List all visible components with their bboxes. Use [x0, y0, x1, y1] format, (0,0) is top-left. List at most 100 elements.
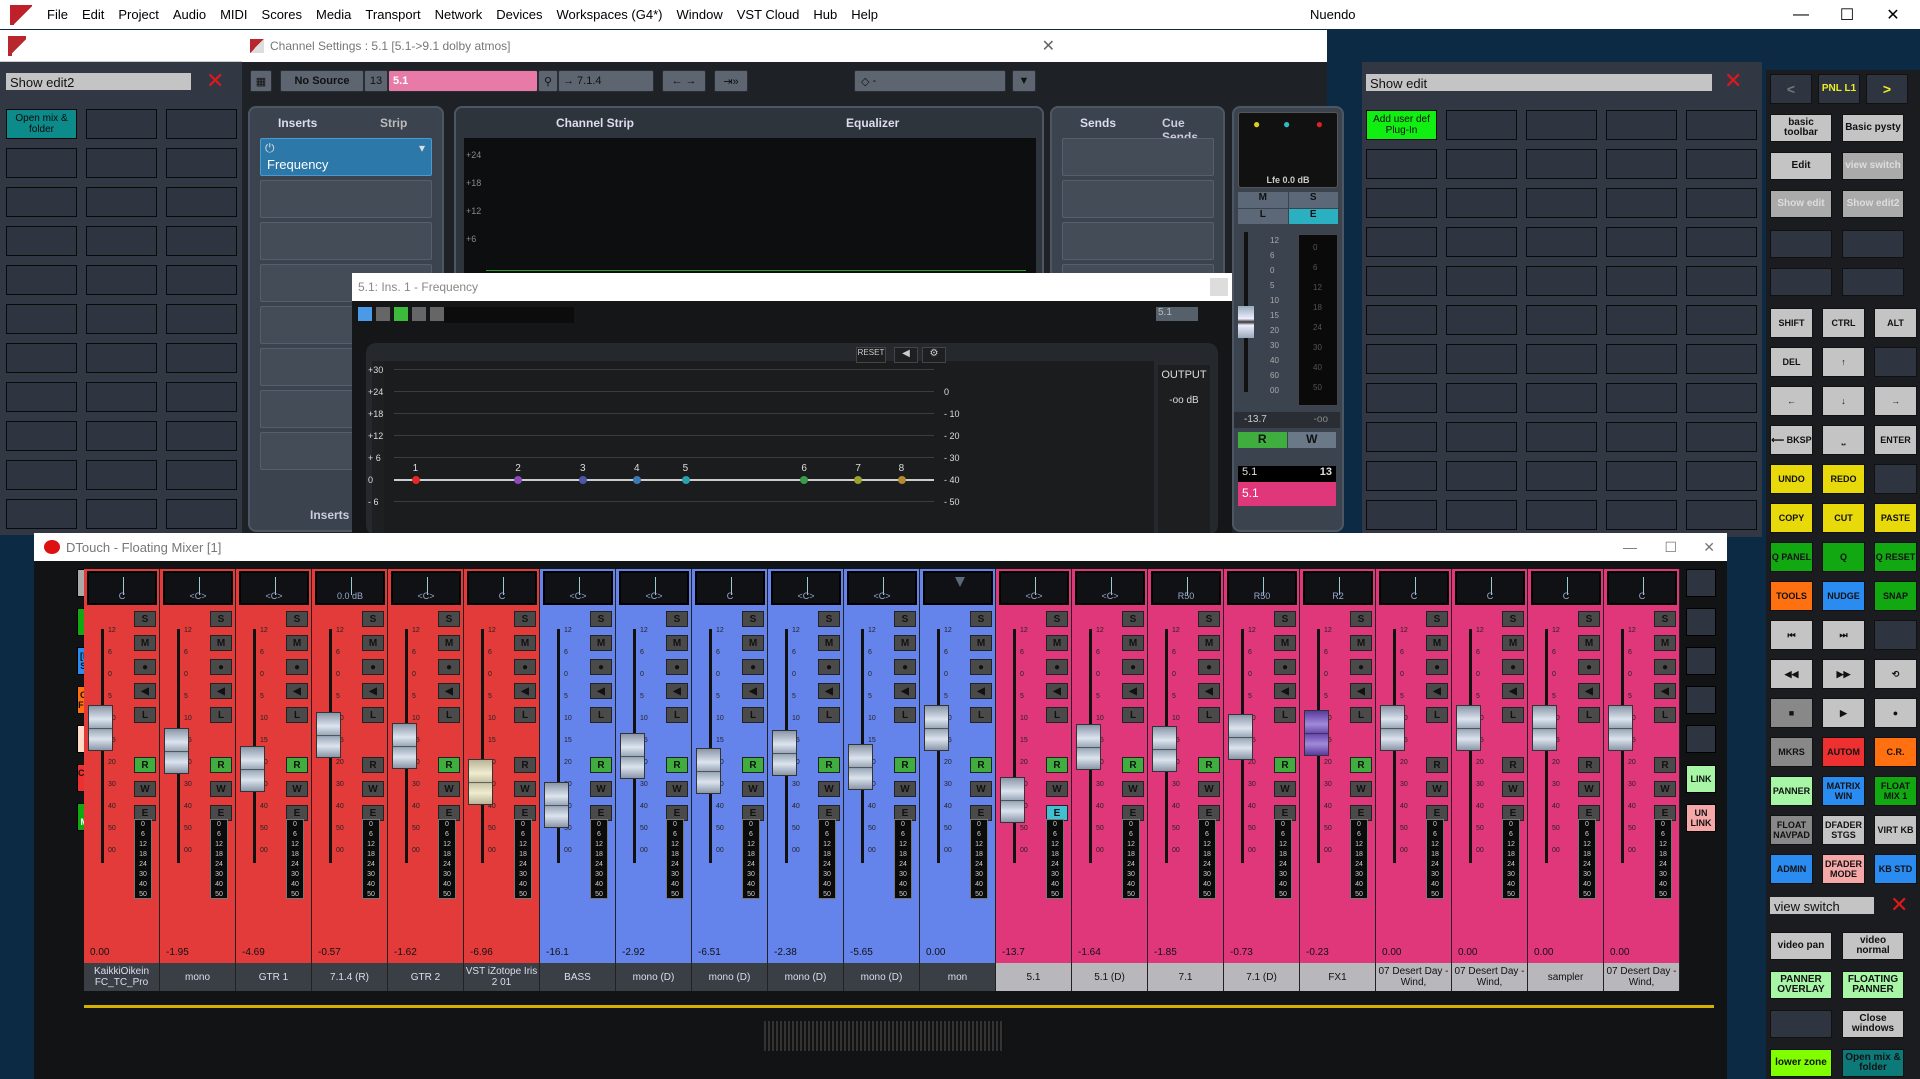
reset-button[interactable]: RESET — [856, 347, 886, 363]
insert-slot[interactable] — [260, 180, 432, 218]
key--[interactable]: ↓ — [1822, 386, 1865, 416]
minimize-button[interactable]: — — [1778, 0, 1824, 29]
listen-button[interactable]: L — [134, 707, 156, 723]
user-button[interactable] — [1526, 500, 1597, 530]
send-slot[interactable] — [1062, 222, 1214, 260]
listen-button[interactable]: L — [286, 707, 308, 723]
user-button[interactable] — [1526, 149, 1597, 179]
record-button[interactable]: ● — [286, 659, 308, 675]
panel-button-show-edit2[interactable]: Show edit2 — [1842, 190, 1904, 218]
channel-fader[interactable] — [544, 782, 569, 828]
mixer-link-button[interactable]: LINK — [1686, 765, 1716, 793]
pan-display[interactable]: C — [1455, 571, 1525, 605]
key--[interactable]: ↑ — [1822, 347, 1865, 377]
close-icon[interactable]: ✕ — [1890, 894, 1908, 916]
monitor-button[interactable]: ◀ — [742, 683, 764, 699]
speaker-icon[interactable]: ◀ — [894, 347, 918, 363]
channel-name[interactable]: FX1 — [1300, 963, 1376, 991]
empty-button[interactable] — [1686, 686, 1716, 714]
insert-slot-1[interactable]: Frequency ⏻ ▾ — [260, 138, 432, 176]
close-icon[interactable]: ✕ — [206, 70, 224, 92]
menu-workspaces-g4-[interactable]: Workspaces (G4*) — [550, 7, 670, 22]
channel-name[interactable]: 07 Desert Day - Wind, — [1452, 963, 1528, 991]
button-video-pan[interactable]: video pan — [1770, 932, 1832, 960]
key--[interactable]: ⎵ — [1822, 425, 1865, 455]
user-button[interactable] — [86, 499, 157, 529]
channel-fader[interactable] — [772, 729, 797, 776]
listen-button[interactable]: L — [1350, 707, 1372, 723]
write-button[interactable]: W — [134, 781, 156, 797]
channel-name[interactable]: 7.1.4 (R) — [312, 963, 388, 991]
key--[interactable]: ← — [1770, 386, 1813, 416]
maximize-button[interactable]: ☐ — [1664, 539, 1677, 556]
mute-button[interactable]: M — [1046, 635, 1068, 651]
read-button[interactable]: R — [1502, 757, 1524, 773]
band-handle-5[interactable] — [681, 476, 690, 484]
record-button[interactable]: ● — [1426, 659, 1448, 675]
user-button[interactable] — [1606, 383, 1677, 413]
key-float-mix-1[interactable]: FLOAT MIX 1 — [1874, 776, 1917, 806]
key-paste[interactable]: PASTE — [1874, 503, 1917, 533]
channel-name[interactable]: mono (D) — [844, 963, 920, 991]
menu-midi[interactable]: MIDI — [213, 7, 254, 22]
user-button[interactable] — [1446, 422, 1517, 452]
mute-button[interactable]: M — [742, 635, 764, 651]
read-button[interactable]: R — [1274, 757, 1296, 773]
panel-button-show-edit[interactable]: Show edit — [1770, 190, 1832, 218]
add-user-plugin-button[interactable]: Add user def Plug-In — [1366, 110, 1437, 140]
user-button[interactable] — [1606, 461, 1677, 491]
user-button[interactable] — [1366, 383, 1437, 413]
user-button[interactable] — [6, 343, 77, 373]
channel-fader[interactable] — [240, 746, 265, 792]
solo-button[interactable]: S — [1654, 611, 1676, 627]
read-button[interactable]: R — [666, 757, 688, 773]
user-button[interactable] — [86, 343, 157, 373]
user-button[interactable] — [1606, 305, 1677, 335]
user-button[interactable] — [1686, 461, 1757, 491]
open-mix-folder-button[interactable]: Open mix & folder — [6, 109, 77, 139]
user-button[interactable] — [1446, 344, 1517, 374]
key-nudge[interactable]: NUDGE — [1822, 581, 1865, 611]
monitor-button[interactable]: ◀ — [894, 683, 916, 699]
user-button[interactable] — [1446, 500, 1517, 530]
empty-button[interactable] — [1842, 230, 1904, 258]
user-button[interactable] — [166, 148, 237, 178]
write-button[interactable]: W — [1350, 781, 1372, 797]
key-kb-std[interactable]: KB STD — [1874, 854, 1917, 884]
write-button[interactable]: W — [1426, 781, 1448, 797]
user-button[interactable] — [86, 421, 157, 451]
mute-button[interactable]: M — [1122, 635, 1144, 651]
button-close-windows[interactable]: Close windows — [1842, 1010, 1904, 1038]
solo-button[interactable]: S — [1046, 611, 1068, 627]
user-button[interactable] — [1686, 383, 1757, 413]
empty-button[interactable] — [1770, 1010, 1832, 1038]
record-button[interactable]: ● — [1654, 659, 1676, 675]
button-lower-zone[interactable]: lower zone — [1770, 1049, 1832, 1077]
send-slot[interactable] — [1062, 138, 1214, 176]
pan-display[interactable]: R2 — [1303, 571, 1373, 605]
user-button[interactable] — [86, 148, 157, 178]
write-button[interactable]: W — [210, 781, 232, 797]
channel-fader[interactable] — [316, 711, 341, 758]
channel-selector-bar[interactable] — [84, 1005, 1714, 1008]
channel-fader[interactable] — [1532, 704, 1557, 751]
insert-slot[interactable] — [260, 222, 432, 260]
solo-button[interactable]: S — [1274, 611, 1296, 627]
key-c-r-[interactable]: C.R. — [1874, 737, 1917, 767]
user-button[interactable] — [1686, 110, 1757, 140]
read-automation-button[interactable]: R — [1238, 432, 1287, 448]
user-button[interactable] — [1446, 461, 1517, 491]
user-button[interactable] — [1606, 344, 1677, 374]
listen-button[interactable]: L — [970, 707, 992, 723]
band-handle-3[interactable] — [579, 476, 587, 484]
tab-equalizer[interactable]: Equalizer — [846, 116, 899, 130]
menu-media[interactable]: Media — [309, 7, 358, 22]
channel-fader[interactable] — [620, 733, 645, 780]
solo-button[interactable]: S — [1426, 611, 1448, 627]
monitor-button[interactable]: ◀ — [1274, 683, 1296, 699]
band-handle-2[interactable] — [514, 476, 523, 484]
record-button[interactable]: ● — [514, 659, 536, 675]
monitor-button[interactable]: ◀ — [818, 683, 840, 699]
panel-button-view-switch[interactable]: view switch — [1842, 152, 1904, 180]
band-handle-8[interactable] — [897, 476, 906, 484]
